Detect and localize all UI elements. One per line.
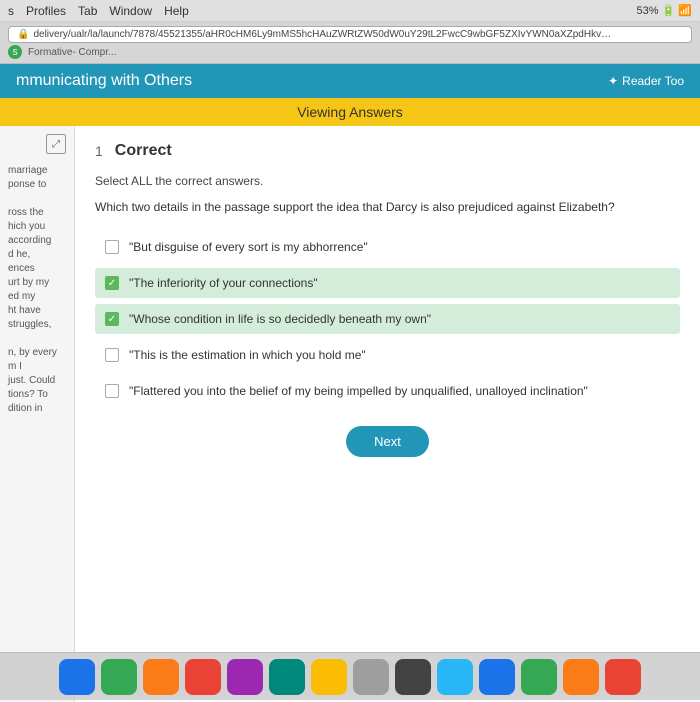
answer-option: ✓ "The inferiority of your connections"	[95, 268, 680, 298]
dock-icon-mail[interactable]	[185, 659, 221, 695]
viewing-answers-banner: Viewing Answers	[0, 98, 700, 126]
option-text-1: "But disguise of every sort is my abhorr…	[129, 240, 368, 254]
checkbox-opt5[interactable]	[105, 384, 119, 398]
question-number: 1	[95, 143, 103, 159]
reader-tool-button[interactable]: ✦ Reader Too	[608, 74, 684, 88]
question-text: Which two details in the passage support…	[95, 198, 680, 216]
address-bar[interactable]: 🔒 delivery/ualr/la/launch/7878/45521355/…	[8, 26, 692, 43]
sidebar-passage-text: marriageponse toross thehich youaccordin…	[8, 164, 66, 416]
menu-item-help[interactable]: Help	[164, 4, 189, 18]
tab-label: Formative- Compr...	[28, 47, 116, 58]
dock-icon-app5[interactable]	[605, 659, 641, 695]
checkbox-opt2[interactable]: ✓	[105, 276, 119, 290]
app-title: mmunicating with Others	[16, 72, 192, 90]
option-text-3: "Whose condition in life is so decidedly…	[129, 312, 431, 326]
dock-icon-app2[interactable]	[479, 659, 515, 695]
reader-tool-label: Reader Too	[622, 74, 684, 88]
left-sidebar: ⤢ marriageponse toross thehich youaccord…	[0, 126, 75, 702]
dock-icon-messages[interactable]	[101, 659, 137, 695]
browser-chrome: 🔒 delivery/ualr/la/launch/7878/45521355/…	[0, 22, 700, 64]
main-layout: ⤢ marriageponse toross thehich youaccord…	[0, 126, 700, 702]
option-text-2: "The inferiority of your connections"	[129, 276, 318, 290]
dock-icon-safari[interactable]	[143, 659, 179, 695]
menu-item-window[interactable]: Window	[109, 4, 152, 18]
answer-option: ✓ "Whose condition in life is so decided…	[95, 304, 680, 334]
menu-bar: s Profiles Tab Window Help 53% 🔋 📶	[0, 0, 700, 22]
checkbox-opt1[interactable]	[105, 240, 119, 254]
star-icon: ✦	[608, 74, 618, 88]
dock-icon-maps[interactable]	[269, 659, 305, 695]
checkbox-opt4[interactable]	[105, 348, 119, 362]
app-header: mmunicating with Others ✦ Reader Too	[0, 64, 700, 98]
dock-icon-app1[interactable]	[437, 659, 473, 695]
address-text: delivery/ualr/la/launch/7878/45521355/aH…	[33, 29, 613, 40]
dock-icon-app3[interactable]	[521, 659, 557, 695]
option-text-5: "Flattered you into the belief of my bei…	[129, 384, 588, 398]
menu-item-apple[interactable]: s	[8, 4, 14, 18]
expand-icon[interactable]: ⤢	[46, 134, 66, 154]
menu-item-tab[interactable]: Tab	[78, 4, 97, 18]
answer-option: "This is the estimation in which you hol…	[95, 340, 680, 370]
dock-icon-music[interactable]	[353, 659, 389, 695]
next-button[interactable]: Next	[346, 426, 429, 457]
dock-icon-finder[interactable]	[59, 659, 95, 695]
dock-icon-facetime[interactable]	[227, 659, 263, 695]
instruction-text: Select ALL the correct answers.	[95, 174, 680, 188]
option-text-4: "This is the estimation in which you hol…	[129, 348, 366, 362]
answer-option: "But disguise of every sort is my abhorr…	[95, 232, 680, 262]
dock-icon-app4[interactable]	[563, 659, 599, 695]
banner-label: Viewing Answers	[297, 104, 403, 120]
button-row: Next	[95, 426, 680, 457]
menu-item-profiles[interactable]: Profiles	[26, 4, 66, 18]
dock-icon-photos[interactable]	[311, 659, 347, 695]
correct-badge: Correct	[115, 142, 172, 160]
content-area: 1 Correct Select ALL the correct answers…	[75, 126, 700, 702]
dock-icon-settings[interactable]	[395, 659, 431, 695]
question-header: 1 Correct	[95, 142, 680, 160]
checkbox-opt3[interactable]: ✓	[105, 312, 119, 326]
dock	[0, 652, 700, 700]
answer-option: "Flattered you into the belief of my bei…	[95, 376, 680, 406]
